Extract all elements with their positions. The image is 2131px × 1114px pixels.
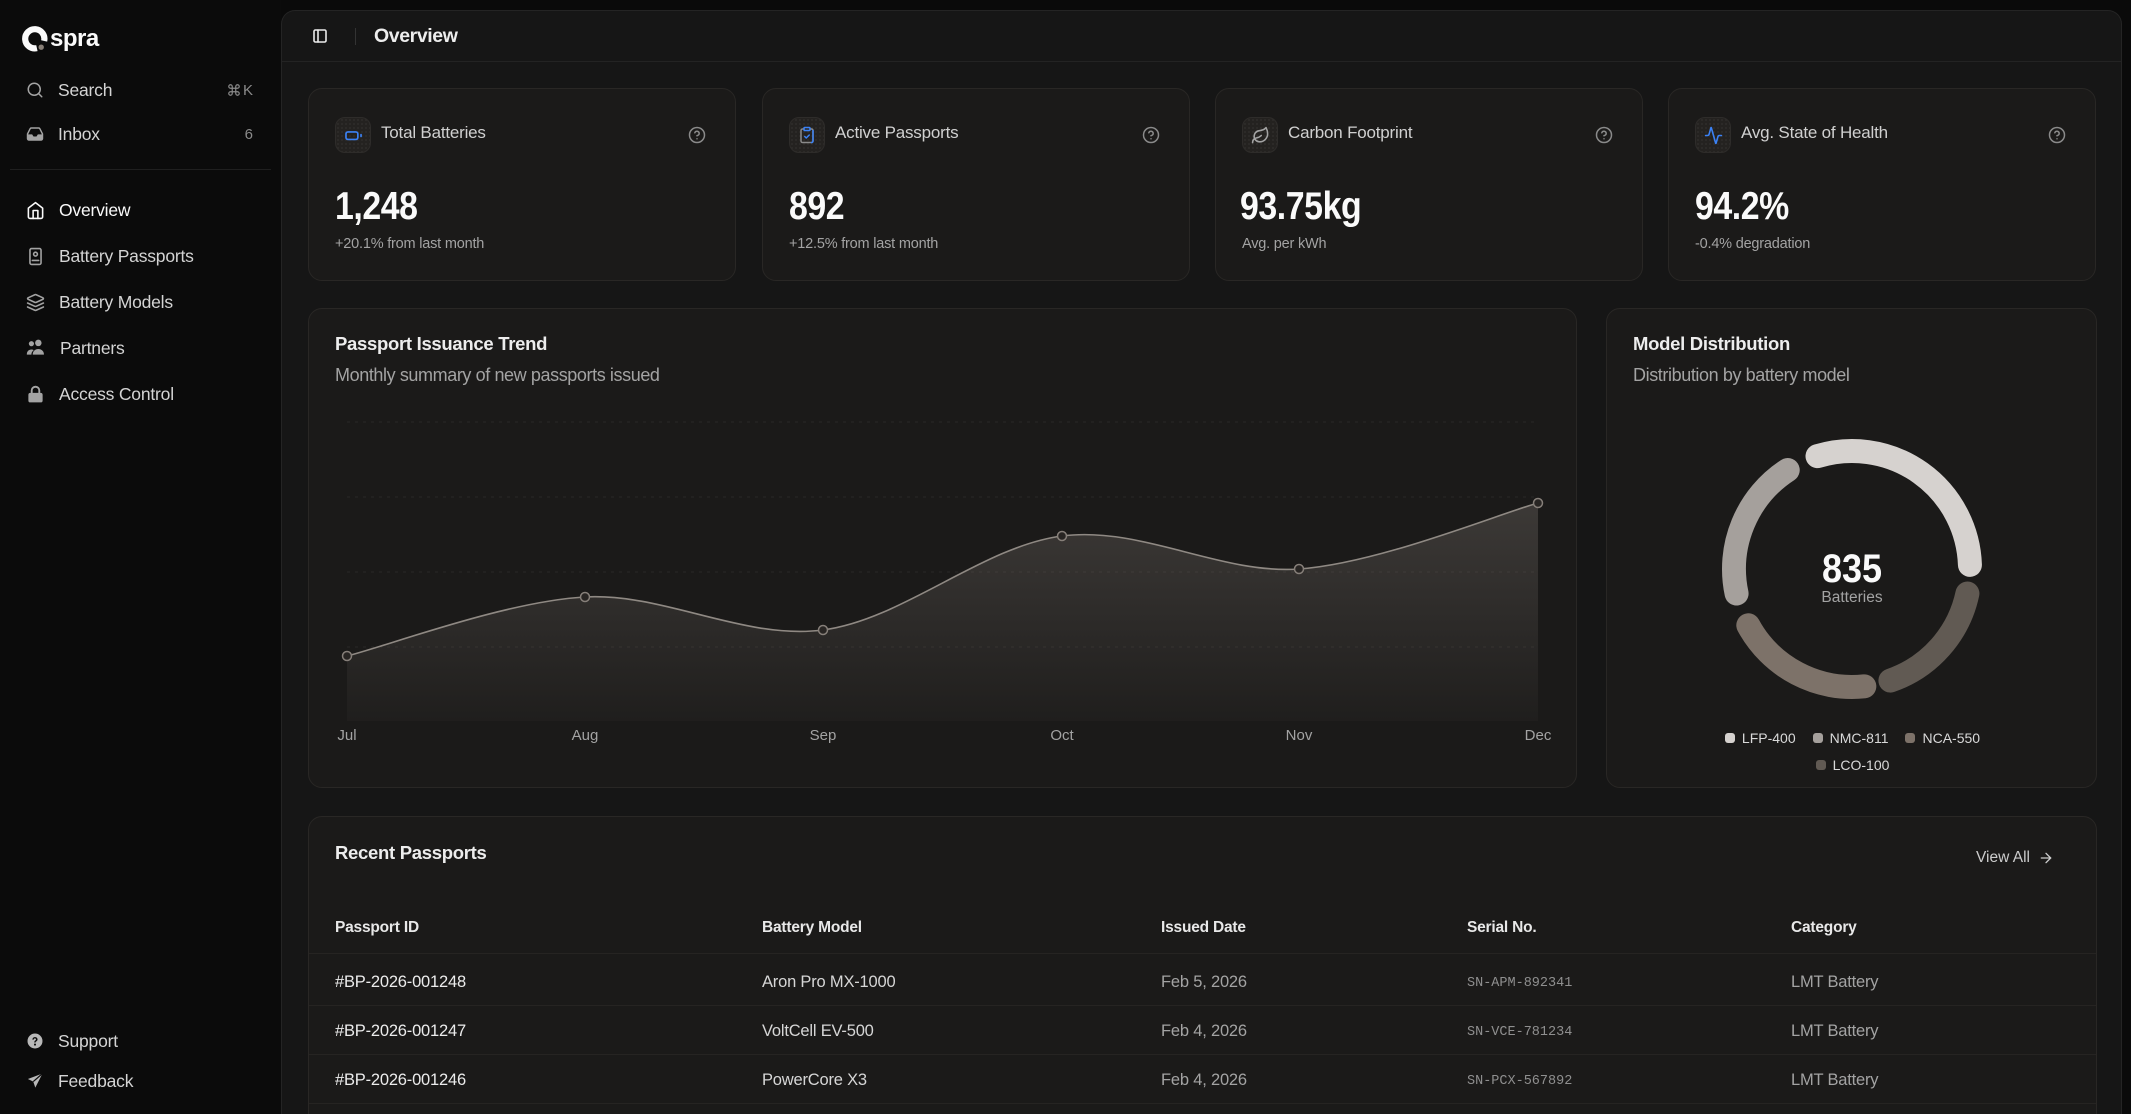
svg-text:Sep: Sep <box>810 727 837 744</box>
svg-text:Nov: Nov <box>1286 727 1313 744</box>
svg-text:Dec: Dec <box>1525 727 1552 744</box>
svg-text:Oct: Oct <box>1050 727 1074 744</box>
svg-text:Jul: Jul <box>337 727 356 744</box>
svg-text:Aug: Aug <box>572 727 599 744</box>
svg-text:Batteries: Batteries <box>1821 589 1882 606</box>
svg-text:835: 835 <box>1822 547 1882 591</box>
